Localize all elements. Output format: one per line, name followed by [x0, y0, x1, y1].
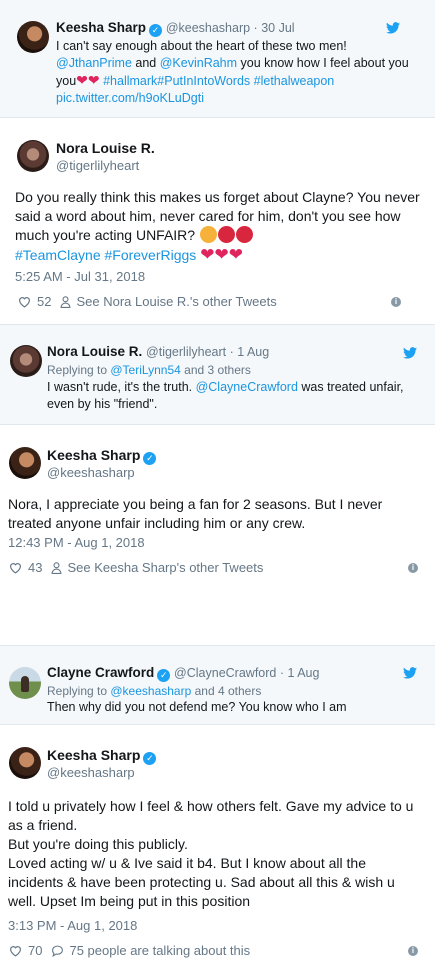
like-count[interactable]: 52 — [37, 294, 51, 309]
tweet-actions: 70 75 people are talking about this — [9, 943, 250, 958]
tweet-card-keesha-2: Keesha Sharp ✓ @keeshasharp Nora, I appre… — [0, 425, 435, 645]
other-tweets-link[interactable]: See Keesha Sharp's other Tweets — [67, 560, 263, 575]
conversation-link[interactable]: 75 people are talking about this — [69, 943, 250, 958]
hashtag-links[interactable]: #TeamClayne #ForeverRiggs — [15, 247, 196, 263]
avatar[interactable] — [17, 140, 49, 172]
tweet-actions: 52 See Nora Louise R.'s other Tweets — [18, 294, 277, 309]
avatar[interactable] — [9, 447, 41, 479]
author-handle[interactable]: @ClayneCrawford — [174, 666, 276, 680]
replying-to: Replying to @keeshasharp and 4 others — [47, 684, 262, 698]
tweet-card-nora-2: Nora Louise R. @tigerlilyheart · 1 Aug R… — [0, 325, 435, 425]
other-tweets-link[interactable]: See Nora Louise R.'s other Tweets — [76, 294, 276, 309]
tweet-timestamp[interactable]: 12:43 PM - Aug 1, 2018 — [8, 535, 145, 550]
heart-emoji: ❤ — [87, 72, 100, 88]
author-name[interactable]: Nora Louise R. @tigerlilyheart · 1 Aug — [47, 344, 269, 359]
reply-mention-link[interactable]: @TeriLynn54 — [110, 363, 180, 377]
tweet-text: Then why did you not defend me? You know… — [47, 700, 347, 714]
person-icon — [61, 295, 71, 308]
tweet-card-keesha-3: Keesha Sharp ✓ @keeshasharp I told u priv… — [0, 725, 435, 969]
angry-face-emoji — [199, 226, 217, 243]
mention-link[interactable]: @JthanPrime — [56, 56, 132, 70]
tweet-timestamp[interactable]: 3:13 PM - Aug 1, 2018 — [8, 918, 137, 933]
info-icon[interactable]: i — [408, 946, 418, 956]
tweet-date[interactable]: 1 Aug — [237, 345, 269, 359]
twitter-bird-icon[interactable] — [386, 22, 400, 34]
comment-icon — [52, 945, 64, 957]
heart-emoji: ❤ — [76, 72, 88, 88]
swearing-face-emoji — [235, 226, 253, 243]
replying-to: Replying to @TeriLynn54 and 3 others — [47, 363, 251, 377]
author-handle[interactable]: @tigerlilyheart — [146, 345, 226, 359]
tweet-date[interactable]: 1 Aug — [287, 666, 319, 680]
author-handle[interactable]: @keeshasharp — [47, 465, 135, 480]
info-icon[interactable]: i — [408, 563, 418, 573]
heart-emoji: ❤ — [200, 245, 215, 264]
mention-link[interactable]: @ClayneCrawford — [196, 380, 298, 394]
verified-badge-icon: ✓ — [149, 24, 163, 37]
mention-link[interactable]: @KevinRahm — [160, 56, 237, 70]
author-name[interactable]: Clayne Crawford ✓ @ClayneCrawford · 1 Aug — [47, 665, 319, 682]
heart-icon[interactable] — [9, 945, 22, 957]
author-handle[interactable]: @keeshasharp — [47, 765, 135, 780]
tweet-date[interactable]: 30 Jul — [261, 21, 294, 35]
author-handle[interactable]: @tigerlilyheart — [56, 158, 139, 173]
tweet-text: Nora, I appreciate you being a fan for 2… — [8, 496, 383, 531]
like-count[interactable]: 70 — [28, 943, 42, 958]
like-count[interactable]: 43 — [28, 560, 42, 575]
avatar[interactable] — [17, 21, 49, 53]
reply-mention-link[interactable]: @keeshasharp — [110, 684, 191, 698]
hashtag-links[interactable]: #hallmark#PutInIntoWords #lethalweapon — [100, 74, 334, 88]
tweet-paragraph: Loved acting w/ u & Ive said it b4. But … — [8, 855, 395, 909]
avatar[interactable] — [9, 667, 41, 699]
twitter-bird-icon[interactable] — [403, 667, 417, 679]
avatar[interactable] — [9, 747, 41, 779]
author-name[interactable]: Keesha Sharp ✓ @keeshasharp · 30 Jul — [56, 20, 295, 37]
twitter-bird-icon[interactable] — [403, 347, 417, 359]
tweet-timestamp[interactable]: 5:25 AM - Jul 31, 2018 — [15, 269, 145, 284]
verified-badge-icon: ✓ — [143, 752, 157, 765]
author-name[interactable]: Keesha Sharp ✓ — [47, 447, 157, 465]
author-name[interactable]: Keesha Sharp ✓ — [47, 747, 157, 765]
heart-emoji: ❤ — [214, 245, 229, 264]
tweet-text: I told u privately how I feel & how othe… — [8, 797, 423, 911]
tweet-text: Do you really think this makes us forget… — [15, 189, 420, 264]
verified-badge-icon: ✓ — [157, 669, 171, 682]
tweet-paragraph: But you're doing this publicly. — [8, 836, 188, 852]
tweet-text: I can't say enough about the heart of th… — [56, 39, 409, 105]
media-link[interactable]: pic.twitter.com/h9oKLuDgti — [56, 91, 204, 105]
avatar[interactable] — [10, 345, 42, 377]
tweet-actions: 43 See Keesha Sharp's other Tweets — [9, 560, 263, 575]
tweet-card-keesha-1: Keesha Sharp ✓ @keeshasharp · 30 Jul I ca… — [0, 0, 435, 118]
heart-emoji: ❤ — [228, 245, 243, 264]
info-icon[interactable]: i — [391, 297, 401, 307]
pouting-face-emoji — [217, 226, 235, 243]
author-name[interactable]: Nora Louise R. — [56, 140, 155, 156]
heart-icon[interactable] — [9, 562, 22, 574]
person-icon — [52, 561, 62, 574]
tweet-card-nora-1: Nora Louise R. @tigerlilyheart Do you re… — [0, 118, 435, 325]
verified-badge-icon: ✓ — [143, 452, 157, 465]
tweet-paragraph: I told u privately how I feel & how othe… — [8, 798, 414, 833]
heart-icon[interactable] — [18, 296, 31, 308]
tweet-text: I wasn't rude, it's the truth. @ClayneCr… — [47, 380, 404, 411]
author-handle[interactable]: @keeshasharp — [166, 21, 250, 35]
tweet-card-clayne: Clayne Crawford ✓ @ClayneCrawford · 1 Aug… — [0, 645, 435, 725]
